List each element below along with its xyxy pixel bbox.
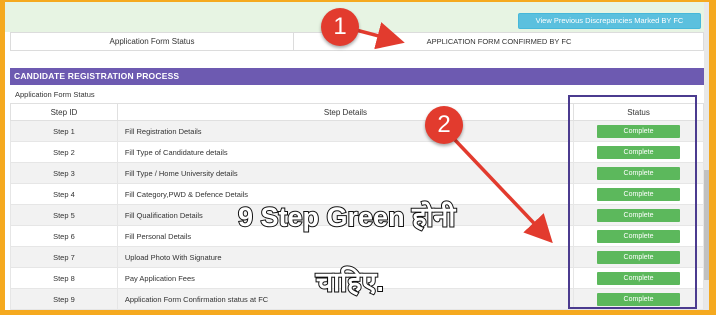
overlay-caption-line-1: 9 Step Green होनी	[237, 201, 456, 233]
overlay-caption-line-2: चाहिए.	[315, 266, 385, 298]
marker-1-badge: 1	[321, 8, 359, 46]
arrow-2	[453, 138, 553, 244]
arrow-1	[355, 22, 405, 50]
marker-2-badge: 2	[425, 106, 463, 144]
